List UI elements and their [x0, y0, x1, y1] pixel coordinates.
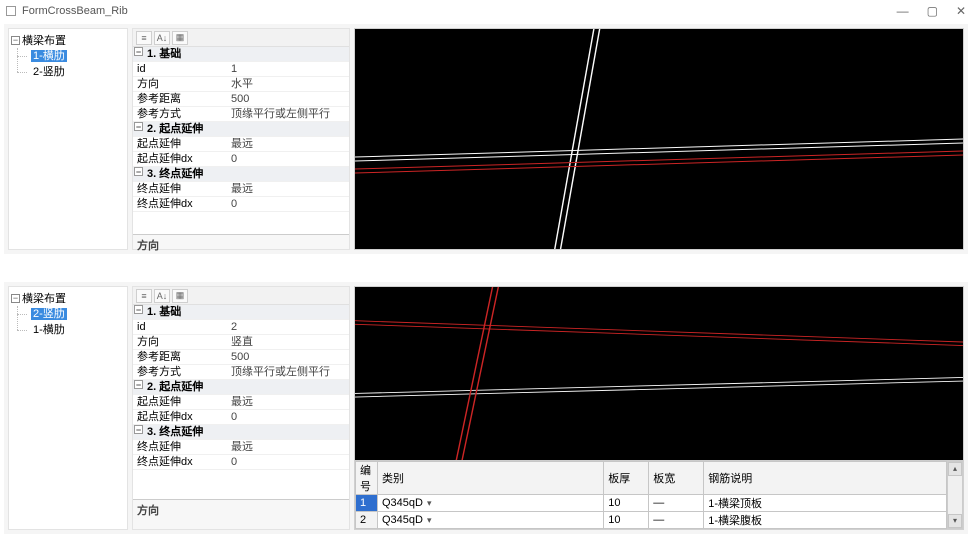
prop-row[interactable]: 参考方式顶缘平行或左侧平行 [133, 365, 349, 380]
cell-category[interactable]: Q345qD▾ [378, 495, 604, 512]
prop-row[interactable]: 终点延伸最远 [133, 182, 349, 197]
tree-item-2-vertical[interactable]: 2-竖肋 [23, 64, 125, 80]
cad-viewport[interactable] [354, 28, 964, 250]
cell-rebar[interactable]: 1-横梁顶板 [704, 495, 947, 512]
prop-row[interactable]: 参考方式顶缘平行或左侧平行 [133, 107, 349, 122]
col-thickness[interactable]: 板厚 [604, 462, 649, 495]
prop-row[interactable]: 终点延伸dx0 [133, 197, 349, 212]
prop-row[interactable]: id1 [133, 62, 349, 77]
tree-root[interactable]: − 横梁布置 [11, 290, 125, 306]
prop-category-1[interactable]: − 1. 基础 [133, 47, 349, 62]
cad-canvas[interactable] [355, 287, 963, 460]
cad-canvas[interactable] [355, 29, 963, 249]
tree-pane: − 横梁布置 1-横肋 2-竖肋 [8, 28, 128, 250]
row-number[interactable]: 2 [356, 512, 378, 529]
collapse-icon[interactable]: − [134, 122, 143, 131]
tree-collapse-icon[interactable]: − [11, 36, 20, 45]
prop-category-2[interactable]: − 2. 起点延伸 [133, 380, 349, 395]
prop-row[interactable]: 起点延伸dx0 [133, 410, 349, 425]
panel-vertical-rib: − 横梁布置 2-竖肋 1-横肋 ≡ A↓ ▦ − 1. 基础 id2 方向竖直… [4, 282, 968, 534]
tree-root[interactable]: − 横梁布置 [11, 32, 125, 48]
tree-item-1-horizontal[interactable]: 1-横肋 [23, 322, 125, 338]
propgrid-description: 方向 [133, 234, 349, 249]
row-number[interactable]: 1 [356, 495, 378, 512]
prop-row[interactable]: 终点延伸最远 [133, 440, 349, 455]
propgrid-toolbar: ≡ A↓ ▦ [133, 287, 349, 305]
propgrid-toolbar: ≡ A↓ ▦ [133, 29, 349, 47]
title-bar: FormCrossBeam_Rib — ▢ ✕ [0, 0, 972, 22]
prop-row[interactable]: 起点延伸最远 [133, 137, 349, 152]
prop-category-1[interactable]: − 1. 基础 [133, 305, 349, 320]
cell-width[interactable]: — [649, 495, 704, 512]
tree-item-1-horizontal[interactable]: 1-横肋 [23, 48, 125, 64]
plate-table: 编号 类别 板厚 板宽 钢筋说明 1 Q345qD▾ 10 — 1-横梁顶板 2… [355, 460, 963, 529]
tree-item-2-vertical[interactable]: 2-竖肋 [23, 306, 125, 322]
collapse-icon[interactable]: − [134, 425, 143, 434]
prop-row[interactable]: 方向竖直 [133, 335, 349, 350]
property-grid: ≡ A↓ ▦ − 1. 基础 id2 方向竖直 参考距离500 参考方式顶缘平行… [132, 286, 350, 530]
propgrid-pages-button[interactable]: ▦ [172, 31, 188, 45]
col-category[interactable]: 类别 [378, 462, 604, 495]
cell-width[interactable]: — [649, 512, 704, 529]
collapse-icon[interactable]: − [134, 305, 143, 314]
cell-thickness[interactable]: 10 [604, 495, 649, 512]
dropdown-icon[interactable]: ▾ [423, 515, 432, 525]
collapse-icon[interactable]: − [134, 167, 143, 176]
tree-pane: − 横梁布置 2-竖肋 1-横肋 [8, 286, 128, 530]
propgrid-description: 方向 [133, 499, 349, 529]
minimize-button[interactable]: — [897, 4, 909, 18]
cad-viewport: 编号 类别 板厚 板宽 钢筋说明 1 Q345qD▾ 10 — 1-横梁顶板 2… [354, 286, 964, 530]
panel-horizontal-rib: − 横梁布置 1-横肋 2-竖肋 ≡ A↓ ▦ − 1. 基础 id1 方向水平… [4, 24, 968, 254]
col-width[interactable]: 板宽 [649, 462, 704, 495]
prop-row[interactable]: 方向水平 [133, 77, 349, 92]
prop-category-3[interactable]: − 3. 终点延伸 [133, 167, 349, 182]
prop-row[interactable]: 参考距离500 [133, 92, 349, 107]
prop-row[interactable]: id2 [133, 320, 349, 335]
cell-rebar[interactable]: 1-横梁腹板 [704, 512, 947, 529]
sort-alpha-button[interactable]: A↓ [154, 289, 170, 303]
sort-alpha-button[interactable]: A↓ [154, 31, 170, 45]
tree-root-label: 横梁布置 [22, 32, 66, 48]
sort-category-button[interactable]: ≡ [136, 289, 152, 303]
app-icon [6, 6, 16, 16]
vertical-scrollbar[interactable]: ▴ ▾ [947, 461, 963, 529]
prop-category-3[interactable]: − 3. 终点延伸 [133, 425, 349, 440]
cell-thickness[interactable]: 10 [604, 512, 649, 529]
prop-category-2[interactable]: − 2. 起点延伸 [133, 122, 349, 137]
collapse-icon[interactable]: − [134, 380, 143, 389]
collapse-icon[interactable]: − [134, 47, 143, 56]
cell-category[interactable]: Q345qD▾ [378, 512, 604, 529]
dropdown-icon[interactable]: ▾ [423, 498, 432, 508]
property-grid: ≡ A↓ ▦ − 1. 基础 id1 方向水平 参考距离500 参考方式顶缘平行… [132, 28, 350, 250]
col-rebar[interactable]: 钢筋说明 [704, 462, 947, 495]
maximize-button[interactable]: ▢ [927, 4, 938, 18]
tree-root-label: 横梁布置 [22, 290, 66, 306]
prop-row[interactable]: 起点延伸最远 [133, 395, 349, 410]
prop-row[interactable]: 起点延伸dx0 [133, 152, 349, 167]
scroll-up-icon[interactable]: ▴ [948, 462, 962, 476]
window-title: FormCrossBeam_Rib [22, 5, 128, 17]
table-row[interactable]: 2 Q345qD▾ 10 — 1-横梁腹板 [356, 512, 947, 529]
close-button[interactable]: ✕ [956, 4, 966, 18]
table-header-row: 编号 类别 板厚 板宽 钢筋说明 [356, 462, 947, 495]
prop-row[interactable]: 终点延伸dx0 [133, 455, 349, 470]
scroll-down-icon[interactable]: ▾ [948, 514, 962, 528]
sort-category-button[interactable]: ≡ [136, 31, 152, 45]
col-num[interactable]: 编号 [356, 462, 378, 495]
prop-row[interactable]: 参考距离500 [133, 350, 349, 365]
propgrid-pages-button[interactable]: ▦ [172, 289, 188, 303]
table-row[interactable]: 1 Q345qD▾ 10 — 1-横梁顶板 [356, 495, 947, 512]
tree-collapse-icon[interactable]: − [11, 294, 20, 303]
